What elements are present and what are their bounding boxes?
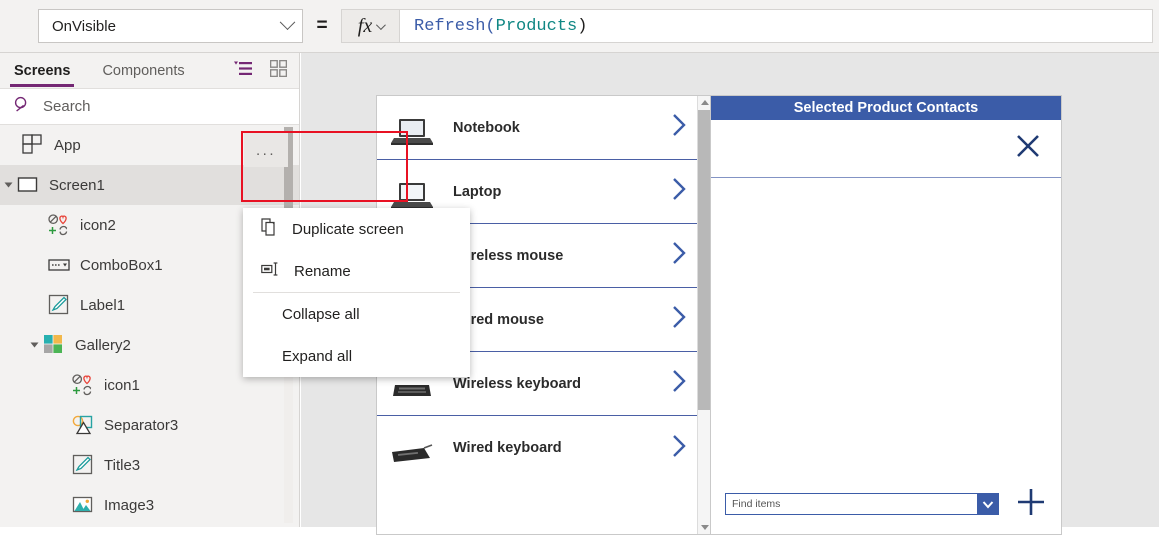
formula-token-datasource: Products [495,16,578,36]
fx-dropdown-button[interactable]: fx [341,9,399,43]
menu-item-collapse-all[interactable]: Collapse all [243,293,470,335]
ellipsis-label: ... [255,141,276,159]
formula-bar: OnVisible = fx Refresh( Products ) [0,0,1159,53]
tree-item-title3[interactable]: Title3 [0,445,299,485]
gallery-scrollbar[interactable] [697,96,711,534]
tree-item-image3[interactable]: Image3 [0,485,299,525]
search-input[interactable]: Search [43,98,91,115]
label-icon [72,454,94,476]
tree-item-separator3[interactable]: Separator3 [0,405,299,445]
gallery-item[interactable]: Notebook [377,96,711,160]
menu-item-duplicate-screen[interactable]: Duplicate screen [243,208,470,250]
app-icon [22,134,44,156]
sidebar-tab-bar: Screens Components [0,53,299,89]
rename-icon [261,262,280,280]
app-canvas: Notebook Laptop Wireless mouse Wired mou… [241,53,1159,535]
tab-components[interactable]: Components [98,53,188,89]
menu-item-expand-all[interactable]: Expand all [243,335,470,377]
gallery-item[interactable]: Wired keyboard [377,416,711,480]
laptop-thumb [389,172,435,212]
gallery-scrollbar-thumb[interactable] [698,110,710,410]
formula-input[interactable]: Refresh( Products ) [399,9,1153,43]
find-items-input[interactable]: Find items [726,498,977,510]
laptop-thumb [389,108,435,148]
thumbnail-view-icon[interactable] [269,59,288,82]
property-dropdown-value: OnVisible [52,17,116,35]
gallery-item-title: Wireless mouse [453,247,564,264]
screen-overflow-menu-button[interactable]: ... [244,133,288,167]
tab-screens-label: Screens [14,62,71,79]
collapse-triangle-icon[interactable] [30,342,39,348]
menu-item-label: Duplicate screen [292,220,404,238]
chevron-right-icon[interactable] [671,368,697,399]
gallery-item-title: Wired mouse [453,311,544,328]
chevron-right-icon[interactable] [671,112,697,143]
contacts-list-body [711,178,1061,478]
icon-component-icon [48,214,70,236]
tree-item-label: App [54,136,81,154]
search-box[interactable]: Search [0,89,299,125]
formula-token-close-paren: ) [577,16,588,36]
tab-screens[interactable]: Screens [10,53,75,89]
icon-component-icon [72,374,94,396]
tree-item-label: Title3 [104,456,141,474]
gallery-item-title: Notebook [453,119,520,136]
plus-icon[interactable] [1015,486,1047,523]
panel-close-row [711,120,1061,178]
chevron-down-icon [279,13,296,30]
chevron-down-icon [376,19,387,30]
view-toggle-group [234,59,288,82]
keyboard-thumb [389,428,435,468]
equals-label: = [316,15,328,36]
scroll-up-arrow-icon[interactable] [701,100,709,105]
shapes-icon [72,414,94,436]
tree-item-screen1[interactable]: Screen1 [0,165,299,205]
panel-title: Selected Product Contacts [711,96,1061,120]
chevron-right-icon[interactable] [671,304,697,335]
collapse-triangle-icon[interactable] [4,182,13,188]
gallery-item-title: Wireless keyboard [453,375,582,392]
menu-item-label: Expand all [282,347,353,365]
selected-product-contacts-panel: Selected Product Contacts Find items [710,95,1062,535]
property-dropdown[interactable]: OnVisible [38,9,303,43]
scroll-down-arrow-icon[interactable] [701,525,709,530]
panel-footer: Find items [711,478,1061,530]
chevron-right-icon[interactable] [671,176,697,207]
menu-item-label: Collapse all [282,305,360,323]
gallery-icon [43,334,65,356]
gallery-item-title: Wired keyboard [453,440,562,456]
chevron-right-icon[interactable] [671,433,697,464]
tree-item-label: Image3 [104,496,155,514]
screen-context-menu: Duplicate screen Rename Collapse all Exp… [243,208,470,377]
menu-item-rename[interactable]: Rename [243,250,470,292]
chevron-right-icon[interactable] [671,240,697,271]
close-icon[interactable] [1013,131,1043,166]
search-icon [14,96,31,118]
tree-item-label: icon1 [104,376,140,394]
formula-token-function: Refresh( [414,16,496,36]
menu-item-label: Rename [294,262,351,280]
chevron-down-icon[interactable] [977,494,998,514]
label-icon [48,294,70,316]
tree-view-icon[interactable] [234,61,252,81]
tree-item-label: Separator3 [104,416,179,434]
image-icon [72,494,94,516]
screen-icon [17,174,39,196]
tree-item-label: icon2 [80,216,116,234]
tree-item-label: Label1 [80,296,126,314]
tree-item-label: ComboBox1 [80,256,163,274]
combobox-icon [48,254,70,276]
gallery-item-title: Laptop [453,183,502,200]
fx-icon: fx [357,14,373,37]
duplicate-icon [261,218,278,240]
find-items-combobox[interactable]: Find items [725,493,999,515]
tab-components-label: Components [102,62,185,79]
tree-item-label: Gallery2 [75,336,131,354]
tree-item-label: Screen1 [49,176,105,194]
